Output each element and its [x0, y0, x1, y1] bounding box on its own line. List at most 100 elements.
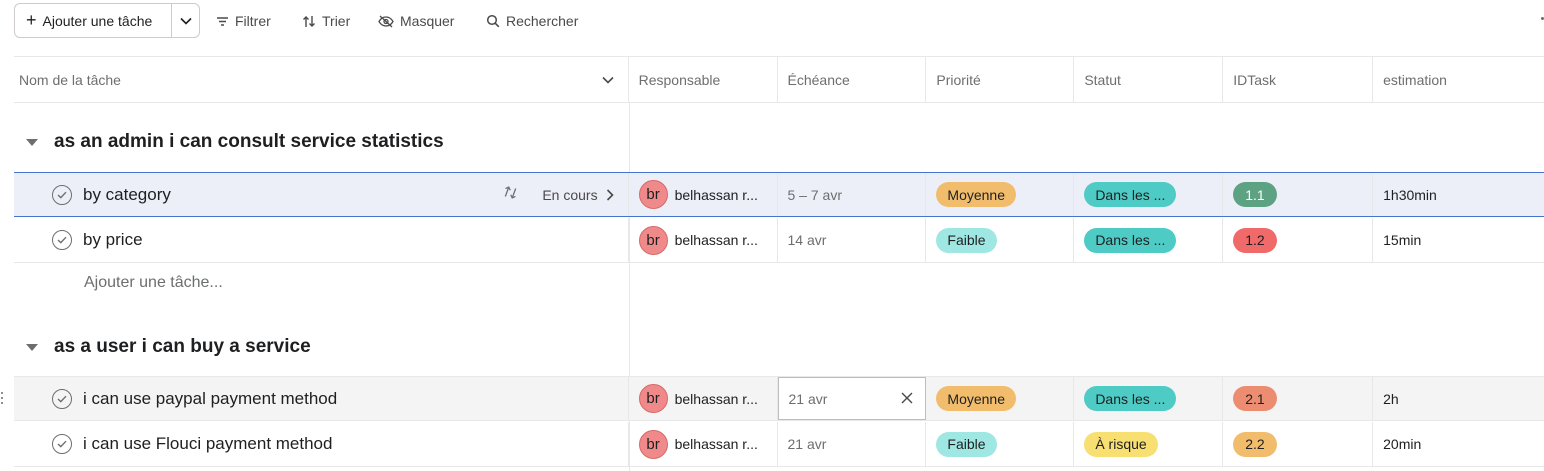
avatar: br — [638, 180, 668, 209]
priority-cell[interactable]: Faible — [926, 218, 1075, 262]
column-header-name-label: Nom de la tâche — [19, 71, 121, 88]
priority-badge: Moyenne — [936, 386, 1016, 411]
estimation-value: 2h — [1383, 390, 1399, 407]
idtask-cell[interactable]: 1.2 — [1223, 218, 1374, 262]
assignee-cell[interactable]: br belhassan r... — [629, 377, 778, 420]
eye-slash-icon — [378, 15, 394, 27]
column-header-idtask[interactable]: IDTask — [1223, 57, 1374, 102]
checkmark-circle-icon[interactable] — [52, 388, 72, 409]
task-name: by category — [83, 184, 171, 204]
add-task-split-button: + Ajouter une tâche — [14, 3, 200, 38]
assignee-cell[interactable]: br belhassan r... — [629, 173, 778, 216]
priority-badge: Faible — [936, 431, 997, 457]
column-header-priority[interactable]: Priorité — [926, 57, 1075, 102]
idtask-badge: 2.2 — [1233, 431, 1277, 457]
section-header[interactable]: as an admin i can consult service statis… — [14, 112, 629, 172]
search-button[interactable]: Rechercher — [486, 11, 578, 31]
priority-badge: Moyenne — [936, 182, 1016, 207]
add-task-inline[interactable]: Ajouter une tâche... — [84, 274, 223, 292]
priority-cell[interactable]: Moyenne — [926, 173, 1075, 216]
assignee-cell[interactable]: br belhassan r... — [629, 422, 778, 466]
collapse-triangle-icon[interactable] — [26, 343, 38, 351]
status-cell[interactable]: Dans les ... — [1074, 377, 1224, 420]
assignee-name: belhassan r... — [674, 436, 758, 452]
due-date-cell[interactable]: 21 avr — [777, 377, 927, 420]
avatar: br — [638, 384, 668, 413]
filter-button[interactable]: Filtrer — [216, 11, 271, 31]
add-task-label: Ajouter une tâche — [42, 12, 153, 29]
task-name: i can use paypal payment method — [83, 388, 338, 408]
task-name-cell[interactable]: by price — [14, 218, 629, 262]
section-header[interactable]: as a user i can buy a service — [14, 317, 629, 377]
idtask-badge: 2.1 — [1233, 386, 1277, 411]
idtask-cell[interactable]: 1.1 — [1223, 173, 1374, 216]
column-header-status[interactable]: Statut — [1074, 57, 1224, 102]
add-task-button[interactable]: + Ajouter une tâche — [15, 4, 173, 37]
priority-cell[interactable]: Faible — [926, 422, 1075, 466]
table-row[interactable]: i can use Flouci payment method br belha… — [14, 422, 1544, 467]
column-header-assignee[interactable]: Responsable — [629, 57, 778, 102]
filter-icon — [217, 16, 228, 26]
due-date-cell[interactable]: 14 avr — [778, 218, 927, 262]
status-badge: À risque — [1084, 431, 1158, 457]
column-header-row: Nom de la tâche Responsable Échéance Pri… — [14, 56, 1544, 103]
table-row[interactable]: by price br belhassan r... 14 avr Faible… — [14, 218, 1544, 263]
task-name-cell[interactable]: i can use paypal payment method — [14, 377, 629, 420]
toolbar: + Ajouter une tâche Filtrer Trier Masque… — [0, 0, 1544, 42]
estimation-value: 15min — [1383, 232, 1422, 248]
task-progress-label[interactable]: En cours — [542, 187, 597, 203]
search-icon — [486, 14, 500, 28]
column-header-due[interactable]: Échéance — [778, 57, 927, 102]
table-row[interactable]: by category En cours br belhassan r... 5… — [14, 172, 1544, 217]
due-date-cell[interactable]: 5 – 7 avr — [778, 173, 927, 216]
close-icon[interactable] — [901, 392, 913, 404]
filter-label: Filtrer — [235, 13, 271, 29]
table-row[interactable]: i can use paypal payment method br belha… — [14, 376, 1544, 421]
drag-handle-icon[interactable] — [1, 392, 4, 407]
checkmark-circle-icon[interactable] — [52, 184, 72, 205]
status-cell[interactable]: Dans les ... — [1074, 173, 1224, 216]
due-date: 14 avr — [787, 232, 827, 248]
priority-cell[interactable]: Moyenne — [926, 377, 1075, 420]
task-name-cell[interactable]: by category En cours — [14, 173, 629, 216]
add-task-dropdown-button[interactable] — [172, 4, 199, 37]
status-cell[interactable]: Dans les ... — [1074, 218, 1224, 262]
assignee-cell[interactable]: br belhassan r... — [629, 218, 778, 262]
due-date-cell[interactable]: 21 avr — [778, 422, 927, 466]
chevron-right-icon[interactable] — [606, 188, 614, 201]
search-label: Rechercher — [506, 13, 579, 29]
column-header-name[interactable]: Nom de la tâche — [14, 57, 629, 102]
sort-label: Trier — [322, 13, 351, 29]
due-date: 21 avr — [787, 436, 827, 452]
avatar: br — [638, 429, 668, 459]
checkmark-circle-icon[interactable] — [52, 434, 72, 454]
due-date: 5 – 7 avr — [787, 186, 842, 203]
idtask-cell[interactable]: 2.1 — [1223, 377, 1374, 420]
estimation-cell[interactable]: 2h — [1373, 377, 1544, 420]
hide-button[interactable]: Masquer — [378, 11, 454, 31]
assignee-name: belhassan r... — [674, 232, 758, 248]
avatar: br — [638, 225, 668, 255]
sort-icon — [303, 15, 315, 27]
assignee-name: belhassan r... — [674, 390, 758, 407]
subtask-icon[interactable] — [503, 185, 518, 204]
priority-badge: Faible — [936, 227, 997, 253]
section-title: as an admin i can consult service statis… — [54, 131, 444, 152]
status-badge: Dans les ... — [1084, 386, 1177, 411]
estimation-value: 1h30min — [1383, 186, 1437, 203]
chevron-down-icon[interactable] — [602, 76, 614, 84]
estimation-cell[interactable]: 15min — [1373, 218, 1544, 262]
chevron-down-icon — [180, 17, 192, 25]
sort-button[interactable]: Trier — [302, 11, 350, 31]
status-badge: Dans les ... — [1084, 182, 1177, 207]
column-header-estimation[interactable]: estimation — [1373, 57, 1544, 102]
estimation-cell[interactable]: 1h30min — [1373, 173, 1544, 216]
task-name-cell[interactable]: i can use Flouci payment method — [14, 422, 629, 466]
task-inline-actions: En cours — [503, 173, 614, 216]
idtask-cell[interactable]: 2.2 — [1223, 422, 1374, 466]
checkmark-circle-icon[interactable] — [52, 230, 72, 250]
task-name: by price — [83, 230, 143, 249]
collapse-triangle-icon[interactable] — [26, 138, 38, 146]
estimation-cell[interactable]: 20min — [1373, 422, 1544, 466]
status-cell[interactable]: À risque — [1074, 422, 1224, 466]
